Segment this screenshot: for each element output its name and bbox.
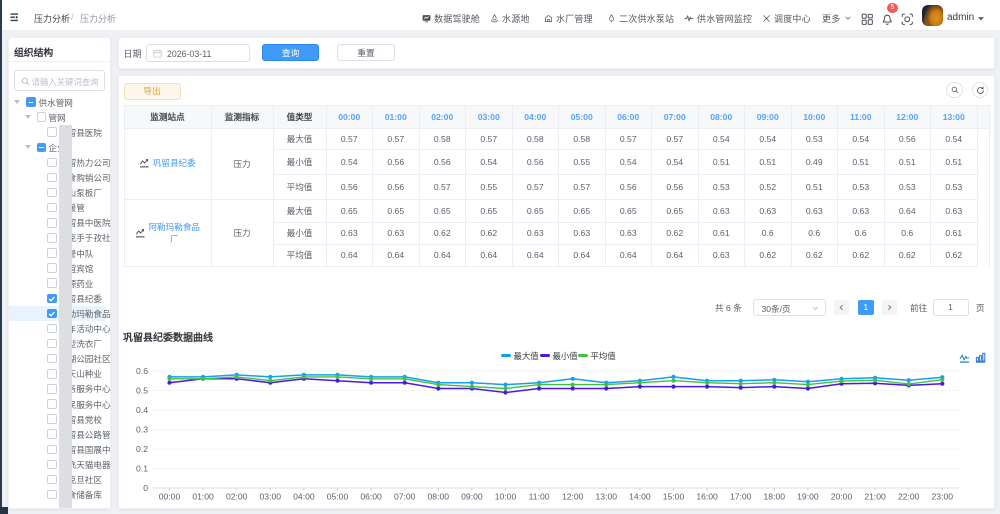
svg-text:08:00: 08:00 xyxy=(428,492,450,502)
svg-text:0.6: 0.6 xyxy=(136,366,148,376)
svg-text:02:00: 02:00 xyxy=(226,492,248,502)
svg-text:03:00: 03:00 xyxy=(260,492,282,502)
svg-text:22:00: 22:00 xyxy=(898,492,920,502)
svg-text:20:00: 20:00 xyxy=(831,492,853,502)
svg-text:10:00: 10:00 xyxy=(495,492,517,502)
svg-text:0.4: 0.4 xyxy=(136,405,148,415)
svg-text:0: 0 xyxy=(143,483,148,493)
svg-text:00:00: 00:00 xyxy=(159,492,181,502)
svg-text:16:00: 16:00 xyxy=(696,492,718,502)
svg-text:12:00: 12:00 xyxy=(562,492,584,502)
svg-text:19:00: 19:00 xyxy=(797,492,819,502)
svg-text:21:00: 21:00 xyxy=(864,492,886,502)
svg-text:18:00: 18:00 xyxy=(764,492,786,502)
svg-text:01:00: 01:00 xyxy=(192,492,214,502)
svg-text:04:00: 04:00 xyxy=(293,492,315,502)
svg-text:0.5: 0.5 xyxy=(136,386,148,396)
svg-text:23:00: 23:00 xyxy=(932,492,954,502)
svg-text:15:00: 15:00 xyxy=(663,492,685,502)
svg-text:0.3: 0.3 xyxy=(136,425,148,435)
svg-text:07:00: 07:00 xyxy=(394,492,416,502)
svg-text:0.2: 0.2 xyxy=(136,444,148,454)
svg-text:05:00: 05:00 xyxy=(327,492,349,502)
svg-text:14:00: 14:00 xyxy=(629,492,651,502)
svg-text:17:00: 17:00 xyxy=(730,492,752,502)
svg-text:06:00: 06:00 xyxy=(360,492,382,502)
svg-text:09:00: 09:00 xyxy=(461,492,483,502)
svg-text:11:00: 11:00 xyxy=(529,492,550,502)
svg-text:13:00: 13:00 xyxy=(596,492,618,502)
svg-text:0.1: 0.1 xyxy=(136,464,148,474)
